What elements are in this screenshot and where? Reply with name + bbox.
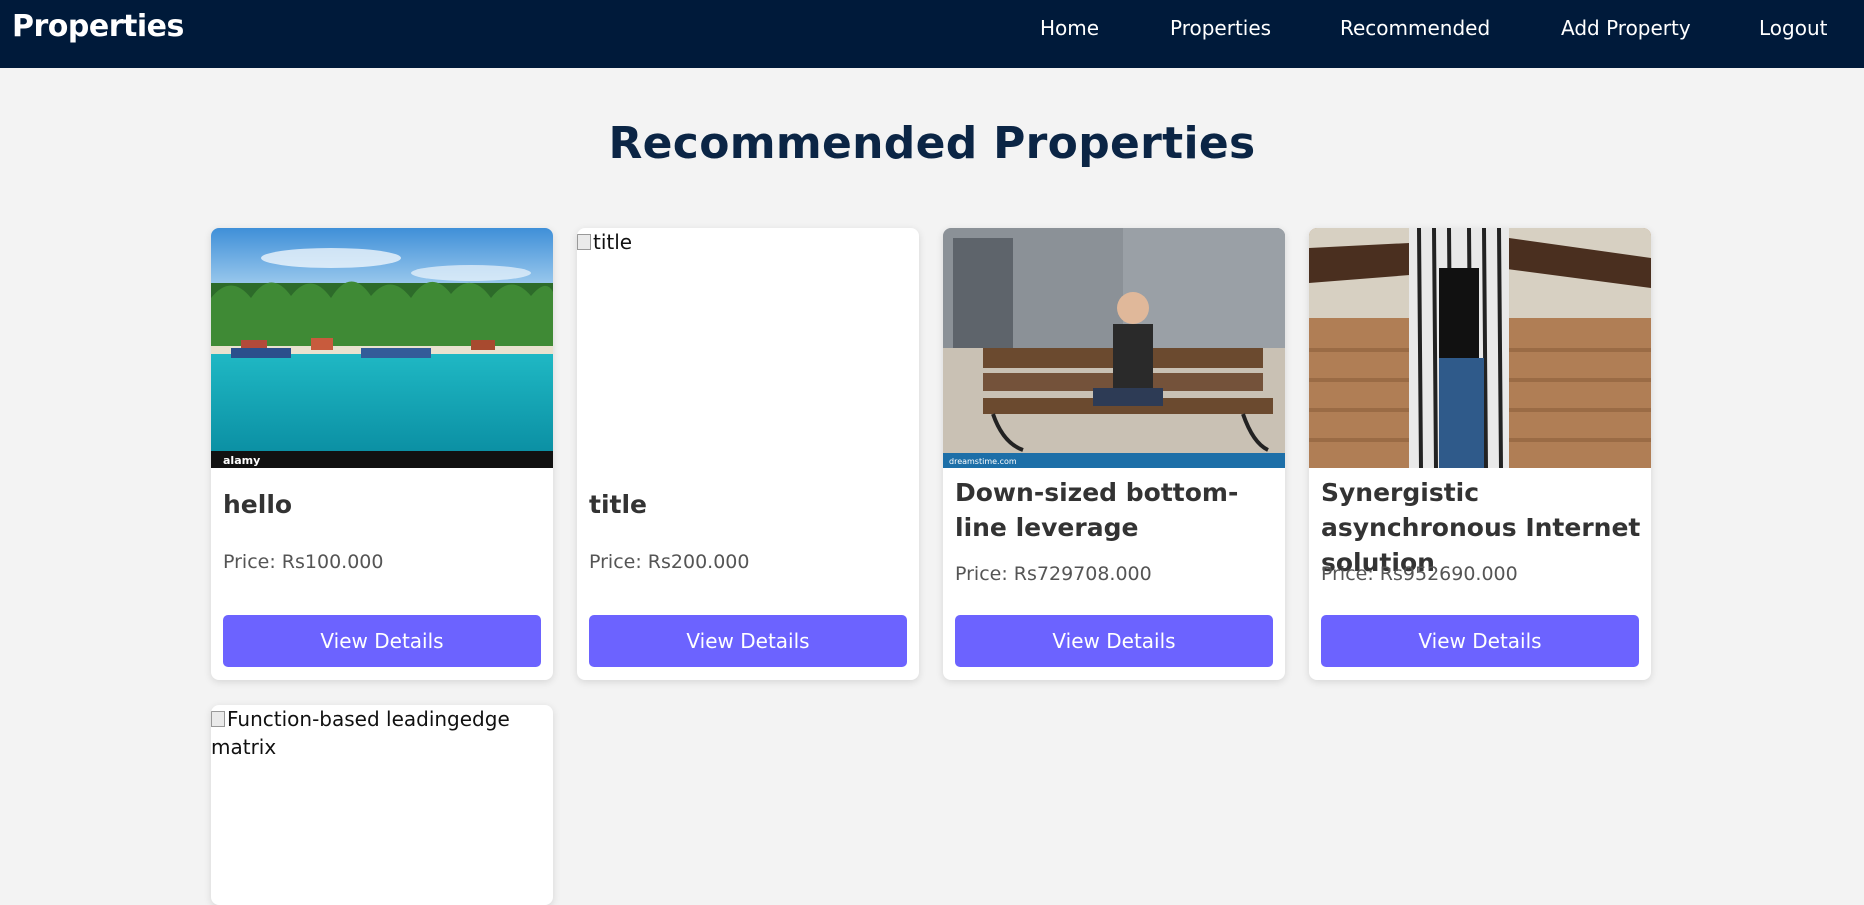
property-title: hello [223,490,293,519]
property-image-broken: Function-based leadingedge matrix [211,705,553,905]
image-alt-text: title [593,230,633,254]
broken-image-icon [577,234,591,250]
property-price: Price: Rs729708.000 [955,563,1152,585]
property-title: title [589,490,647,519]
property-card: title title Price: Rs200.000 View Detail… [577,228,919,680]
property-card: Function-based leadingedge matrix [211,705,553,905]
beach-photo: alamy [211,228,553,468]
property-image-broken: title [577,228,919,468]
nav-link-logout[interactable]: Logout [1759,16,1827,40]
property-title: Down-sized bottom-line leverage [955,478,1239,542]
property-image-beach: alamy [211,228,553,468]
property-card: dreamstime.com Down-sized bottom-line le… [943,228,1285,680]
nav-link-home[interactable]: Home [1040,16,1099,40]
view-details-button[interactable]: View Details [223,615,541,667]
nav-link-properties[interactable]: Properties [1170,16,1271,40]
image-alt-text: Function-based leadingedge matrix [211,707,510,759]
image-watermark-text: dreamstime.com [949,457,1017,466]
image-watermark-text: alamy [223,454,260,467]
property-price: Price: Rs952690.000 [1321,563,1518,585]
broken-image-icon [211,711,225,727]
bench-photo: dreamstime.com [943,228,1285,468]
view-details-button[interactable]: View Details [589,615,907,667]
property-card: alamy hello Price: Rs100.000 View Detail… [211,228,553,680]
nav-link-recommended[interactable]: Recommended [1340,16,1490,40]
view-details-button[interactable]: View Details [1321,615,1639,667]
view-details-button[interactable]: View Details [955,615,1273,667]
woman-photo [1309,228,1651,468]
property-price: Price: Rs200.000 [589,551,750,573]
page-title: Recommended Properties [608,118,1256,169]
nav-link-add-property[interactable]: Add Property [1561,16,1691,40]
property-image-bench: dreamstime.com [943,228,1285,468]
brand-logo[interactable]: Properties [12,9,184,44]
property-price: Price: Rs100.000 [223,551,384,573]
property-card: Synergistic asynchronous Internet soluti… [1309,228,1651,680]
top-navbar: Properties Home Properties Recommended A… [0,0,1864,68]
property-image-woman [1309,228,1651,468]
